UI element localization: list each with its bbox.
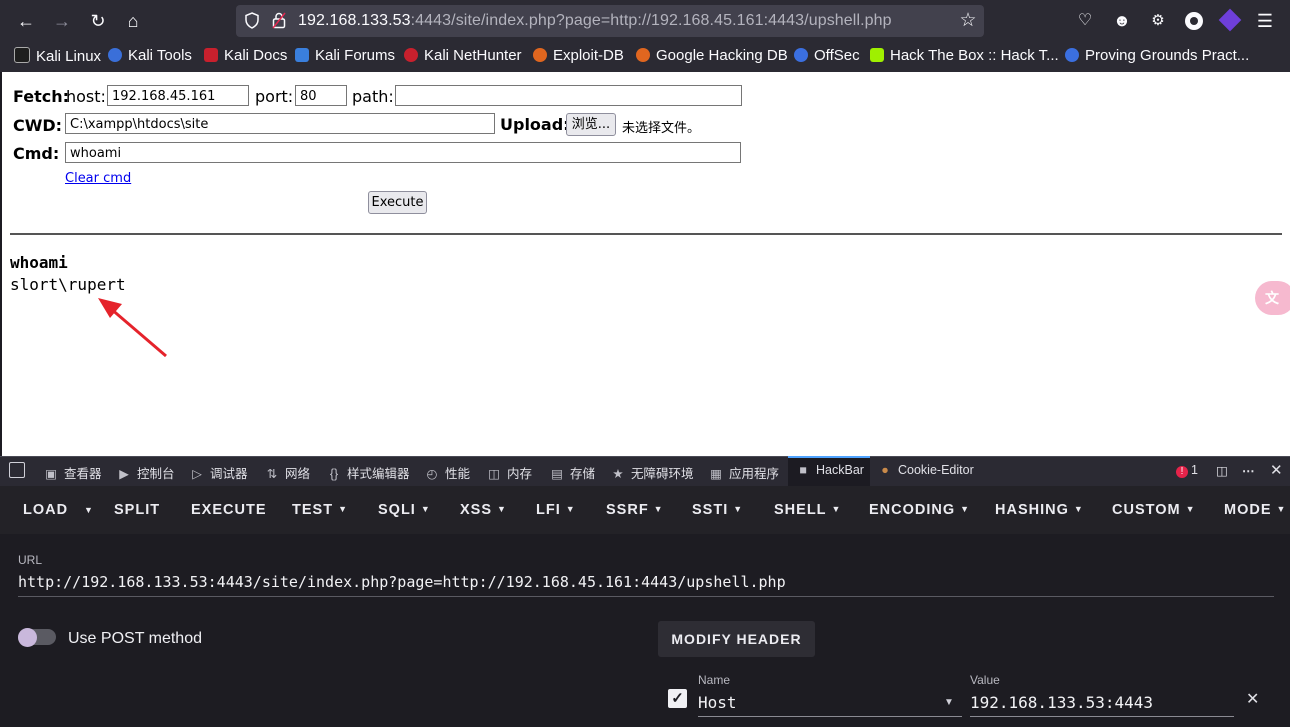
tab-hackbar[interactable]: ■ HackBar: [796, 463, 864, 477]
tab-network[interactable]: ⇅ 网络: [265, 463, 310, 482]
menu-execute[interactable]: EXECUTE: [191, 502, 267, 518]
url-field-underline: [18, 596, 1274, 597]
toggle-knob[interactable]: [18, 628, 37, 647]
chevron-down-icon: ▼: [831, 504, 842, 514]
tab-application[interactable]: ▦ 应用程序: [709, 463, 779, 482]
chevron-down-icon: ▼: [420, 504, 431, 514]
chevron-down-icon: ▼: [653, 504, 664, 514]
close-devtools-icon[interactable]: ✕: [1270, 461, 1283, 479]
console-icon: ▶: [119, 467, 129, 481]
url-field-label: URL: [18, 553, 43, 567]
menu-mode[interactable]: MODE ▼: [1224, 502, 1286, 518]
tab-cookie-editor[interactable]: ● Cookie-Editor: [878, 463, 974, 477]
menu-sqli[interactable]: SQLI ▼: [378, 502, 431, 518]
tab-inspector[interactable]: ▣ 查看器: [44, 463, 101, 482]
menu-split[interactable]: SPLIT: [114, 502, 160, 518]
chevron-down-icon: ▼: [1185, 504, 1196, 514]
element-picker-icon[interactable]: [9, 462, 25, 478]
menu-xss[interactable]: XSS ▼: [460, 502, 507, 518]
menu-encoding[interactable]: ENCODING ▼: [869, 502, 970, 518]
menu-shell[interactable]: SHELL ▼: [774, 502, 841, 518]
error-icon: !: [1176, 466, 1188, 478]
tab-console[interactable]: ▶ 控制台: [117, 463, 174, 482]
accessibility-icon: ★: [612, 467, 624, 481]
tab-performance[interactable]: ◴ 性能: [425, 463, 470, 482]
chevron-down-icon: ▼: [733, 504, 744, 514]
chevron-down-icon: ▼: [338, 504, 348, 514]
dock-icon[interactable]: ◫: [1216, 463, 1228, 478]
tab-style-editor[interactable]: {} 样式编辑器: [327, 463, 410, 482]
header-enabled-checkbox[interactable]: ✓: [668, 689, 687, 708]
debugger-icon: ▷: [192, 467, 202, 481]
annotation-arrow-output: [109, 306, 167, 358]
menu-test[interactable]: TEST ▼: [292, 502, 348, 518]
header-value-field[interactable]: 192.168.133.53:4443: [970, 693, 1153, 712]
header-name-dropdown-icon[interactable]: ▼: [944, 697, 954, 708]
style-editor-icon: {}: [329, 467, 339, 481]
header-name-label: Name: [698, 673, 731, 687]
tab-storage[interactable]: ▤ 存储: [550, 463, 595, 482]
application-icon: ▦: [710, 467, 722, 481]
storage-icon: ▤: [551, 467, 563, 481]
tab-debugger[interactable]: ▷ 调试器: [190, 463, 247, 482]
inspector-icon: ▣: [45, 467, 57, 481]
url-field[interactable]: http://192.168.133.53:4443/site/index.ph…: [18, 573, 786, 591]
cookie-icon: ●: [881, 463, 889, 477]
translate-icon[interactable]: 文: [1255, 281, 1290, 315]
load-dropdown-icon[interactable]: ▼: [84, 505, 94, 515]
remove-header-icon[interactable]: ✕: [1246, 689, 1259, 709]
menu-ssti[interactable]: SSTI ▼: [692, 502, 743, 518]
hackbar-icon: ■: [799, 463, 807, 477]
performance-icon: ◴: [426, 467, 438, 481]
chevron-down-icon: ▼: [960, 504, 971, 514]
menu-custom[interactable]: CUSTOM ▼: [1112, 502, 1196, 518]
chevron-down-icon: ▼: [1276, 504, 1287, 514]
chevron-down-icon: ▼: [497, 504, 507, 514]
chevron-down-icon: ▼: [565, 504, 576, 514]
menu-hashing[interactable]: HASHING ▼: [995, 502, 1084, 518]
post-method-label: Use POST method: [68, 630, 202, 647]
tab-accessibility[interactable]: ★ 无障碍环境: [611, 463, 693, 482]
network-icon: ⇅: [266, 467, 278, 481]
memory-icon: ◫: [488, 467, 500, 481]
header-value-underline: [970, 716, 1234, 717]
chevron-down-icon: ▼: [1073, 504, 1084, 514]
header-value-label: Value: [970, 673, 1000, 687]
more-icon[interactable]: ⋯: [1242, 463, 1255, 478]
menu-lfi[interactable]: LFI ▼: [536, 502, 576, 518]
menu-load[interactable]: LOAD: [23, 502, 68, 518]
modify-header-button[interactable]: MODIFY HEADER: [658, 621, 815, 657]
menu-ssrf[interactable]: SSRF ▼: [606, 502, 664, 518]
header-name-underline: [698, 716, 962, 717]
error-counter[interactable]: ! 1: [1176, 463, 1198, 478]
tab-memory[interactable]: ◫ 内存: [487, 463, 532, 482]
header-name-field[interactable]: Host: [698, 693, 737, 712]
